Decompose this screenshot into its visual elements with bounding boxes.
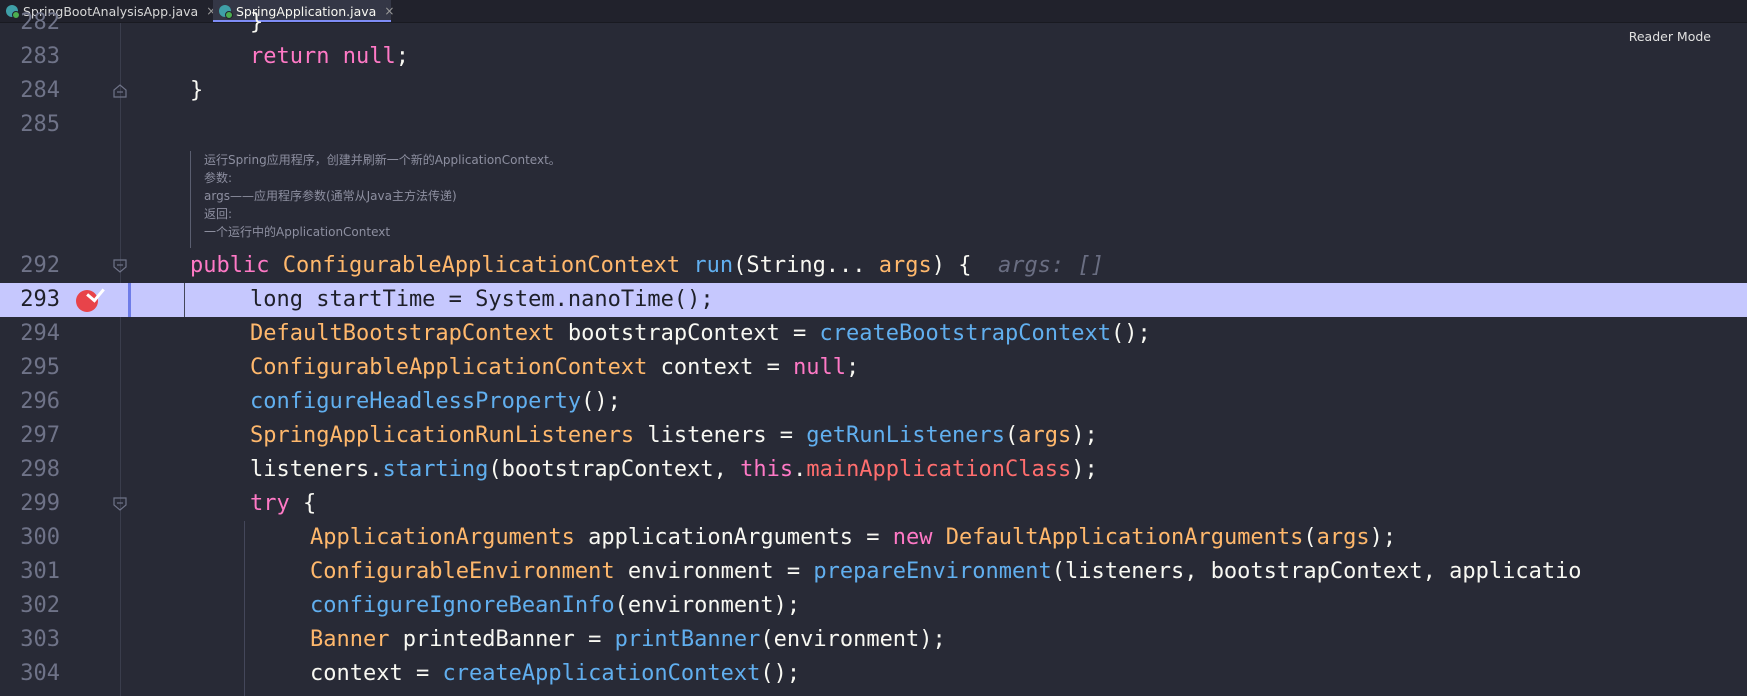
code-text: context = createApplicationContext(); [310,661,801,686]
line-number: 282 [20,10,60,35]
code-text: ConfigurableApplicationContext context =… [250,355,860,380]
code-line-295[interactable]: 295 ConfigurableApplicationContext conte… [0,351,1747,385]
breakpoint-verified-icon[interactable] [76,283,105,312]
code-line-282[interactable]: 282 } [0,6,1747,40]
fold-marker-icon[interactable] [113,497,127,511]
line-number: 296 [20,389,60,414]
line-number: 295 [20,355,60,380]
reader-mode-toggle[interactable]: Reader Mode [1629,29,1711,44]
line-number: 300 [20,525,60,550]
doc-line: 返回: [204,207,233,221]
code-text: configureHeadlessProperty(); [250,389,621,414]
inlay-hint: args: [] [998,253,1104,278]
code-text: } [190,78,204,103]
code-text: public ConfigurableApplicationContext ru… [190,253,1104,278]
code-line-300[interactable]: 300 ApplicationArguments applicationArgu… [0,521,1747,555]
code-line-294[interactable]: 294 DefaultBootstrapContext bootstrapCon… [0,317,1747,351]
line-number: 297 [20,423,60,448]
code-editor[interactable]: Reader Mode 282 } 283 return null; 284 }… [0,10,1747,696]
code-line-296[interactable]: 296 configureHeadlessProperty(); [0,385,1747,419]
code-line-303[interactable]: 303 Banner printedBanner = printBanner(e… [0,623,1747,657]
line-number: 285 [20,112,60,137]
doc-line: 一个运行中的ApplicationContext [204,225,391,239]
code-line-293-current[interactable]: 293 long startTime = System.nanoTime(); [0,283,1747,317]
line-number: 284 [20,78,60,103]
code-text: Banner printedBanner = printBanner(envir… [310,627,946,652]
line-number: 292 [20,253,60,278]
code-text: return null; [250,44,409,69]
indent-guide [244,521,245,696]
line-number: 293 [20,287,60,312]
code-text: try { [250,491,317,516]
line-number: 299 [20,491,60,516]
indent-guide [184,283,185,317]
code-line-283[interactable]: 283 return null; [0,40,1747,74]
fold-marker-icon[interactable] [113,84,127,98]
code-text: } [250,10,264,35]
code-text: listeners.starting(bootstrapContext, thi… [250,457,1098,482]
execution-point-marker [128,283,131,317]
code-line-297[interactable]: 297 SpringApplicationRunListeners listen… [0,419,1747,453]
line-number: 302 [20,593,60,618]
code-text: long startTime = System.nanoTime(); [250,287,714,312]
code-line-292[interactable]: 292 public ConfigurableApplicationContex… [0,249,1747,283]
code-line-304[interactable]: 304 context = createApplicationContext()… [0,657,1747,691]
doc-line: 运行Spring应用程序，创建并刷新一个新的ApplicationContext… [204,153,561,167]
doc-line: 参数: [204,171,233,185]
line-number: 304 [20,661,60,686]
code-line-301[interactable]: 301 ConfigurableEnvironment environment … [0,555,1747,589]
code-line-298[interactable]: 298 listeners.starting(bootstrapContext,… [0,453,1747,487]
code-line-284[interactable]: 284 } [0,74,1747,108]
code-text: configureIgnoreBeanInfo(environment); [310,593,801,618]
line-number: 298 [20,457,60,482]
code-text: ApplicationArguments applicationArgument… [310,525,1397,550]
code-line-302[interactable]: 302 configureIgnoreBeanInfo(environment)… [0,589,1747,623]
doc-line: args——应用程序参数(通常从Java主方法传递) [204,189,457,203]
line-number: 283 [20,44,60,69]
line-number: 294 [20,321,60,346]
code-line-285[interactable]: 285 [0,108,1747,142]
line-number: 301 [20,559,60,584]
code-text: ConfigurableEnvironment environment = pr… [310,559,1582,584]
rendered-javadoc: 运行Spring应用程序，创建并刷新一个新的ApplicationContext… [190,151,611,248]
fold-marker-icon[interactable] [113,259,127,273]
code-text: SpringApplicationRunListeners listeners … [250,423,1098,448]
line-number: 303 [20,627,60,652]
code-text: DefaultBootstrapContext bootstrapContext… [250,321,1151,346]
code-line-299[interactable]: 299 try { [0,487,1747,521]
